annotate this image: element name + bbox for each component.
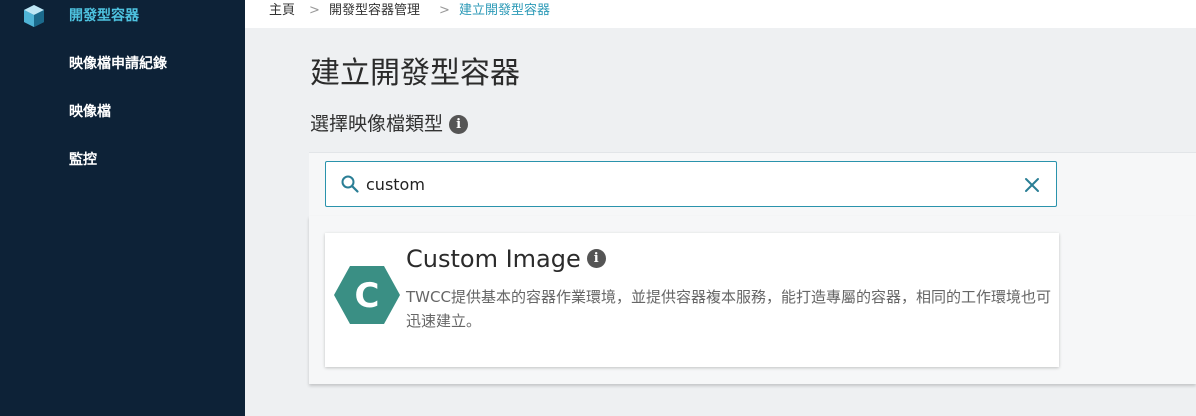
search-input[interactable] <box>366 172 1006 196</box>
breadcrumb: 主頁 > 開發型容器管理 > 建立開發型容器 <box>245 0 1196 28</box>
search-box[interactable] <box>325 161 1057 207</box>
section-title: 選擇映像檔類型 i <box>310 110 469 138</box>
page-title: 建立開發型容器 <box>310 56 520 91</box>
sidebar-item-dev-container[interactable]: 開發型容器 <box>69 7 139 25</box>
result-area: C Custom Image i TWCC提供基本的容器作業環境，並提供容器複本服… <box>309 216 1196 384</box>
breadcrumb-separator: > <box>309 3 320 18</box>
breadcrumb-dev-container-management[interactable]: 開發型容器管理 <box>329 2 420 20</box>
sidebar-item-images[interactable]: 映像檔 <box>69 103 111 121</box>
card-title-text: Custom Image <box>406 245 581 273</box>
sidebar-item-monitoring[interactable]: 監控 <box>69 151 97 169</box>
card-description: TWCC提供基本的容器作業環境，並提供容器複本服務，能打造專屬的容器，相同的工作… <box>406 288 1051 330</box>
custom-image-card[interactable]: C Custom Image i TWCC提供基本的容器作業環境，並提供容器複本服… <box>325 233 1059 367</box>
info-icon[interactable]: i <box>586 248 606 268</box>
sidebar: 開發型容器 映像檔申請紀錄 映像檔 監控 <box>0 0 245 416</box>
breadcrumb-home[interactable]: 主頁 <box>269 2 295 20</box>
breadcrumb-separator: > <box>439 3 450 18</box>
container-cube-icon <box>24 5 44 27</box>
custom-image-logo: C <box>334 266 400 324</box>
info-icon[interactable]: i <box>449 115 469 134</box>
sidebar-item-image-requests[interactable]: 映像檔申請紀錄 <box>69 55 167 73</box>
section-title-text: 選擇映像檔類型 <box>310 113 444 135</box>
search-icon <box>341 175 359 193</box>
close-icon[interactable] <box>1022 175 1042 195</box>
breadcrumb-current: 建立開發型容器 <box>459 3 551 18</box>
search-band <box>309 152 1196 217</box>
card-title: Custom Image i <box>406 243 606 275</box>
logo-letter: C <box>355 276 380 316</box>
